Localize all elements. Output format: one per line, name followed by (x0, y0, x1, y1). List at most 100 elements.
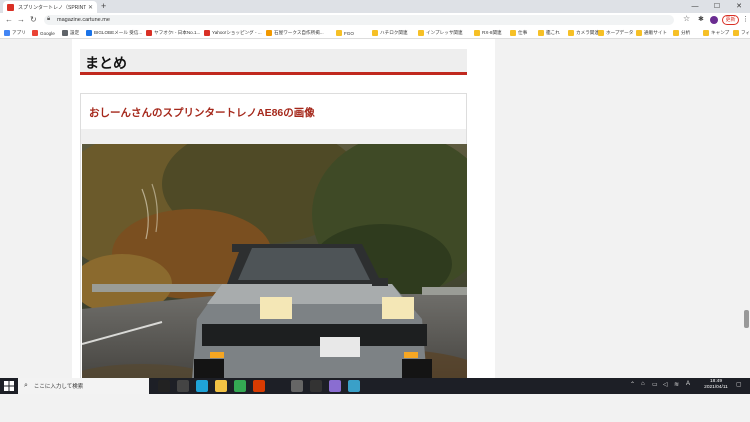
car-photo[interactable] (82, 144, 467, 378)
office-icon[interactable] (253, 380, 265, 392)
address-bar[interactable]: 🔒︎ magazine.cartune.me (44, 15, 674, 25)
bookmark-item[interactable]: インプレッサ関連 (418, 29, 463, 37)
page-viewport: まとめ おしーんさんのスプリンタートレノAE86の画像 (0, 39, 750, 378)
bookmark-item[interactable]: アプリ (4, 29, 26, 37)
close-window-icon[interactable]: ✕ (728, 0, 750, 13)
back-icon[interactable]: ← (5, 14, 13, 26)
bookmark-item[interactable]: ヤフオク! - 日本No.1... (146, 29, 200, 37)
page-scrollbar-thumb[interactable] (744, 310, 749, 328)
lock-icon: 🔒︎ (47, 16, 51, 22)
taskbar-search-input[interactable]: ⌕ ここに入力して検索 (18, 378, 149, 394)
update-button[interactable]: 更新 (722, 15, 739, 25)
bookmark-label: アプリ (12, 30, 26, 35)
bookmark-folder-icon (336, 30, 342, 36)
bookmark-folder-icon (62, 30, 68, 36)
bookmark-folder-icon (510, 30, 516, 36)
bookmark-star-icon[interactable]: ☆ (683, 14, 690, 23)
image-card: おしーんさんのスプリンタートレノAE86の画像 (80, 93, 467, 378)
bookmark-label: BIGLOBEメール 受信... (94, 30, 143, 35)
app-icon-2[interactable] (348, 380, 360, 392)
file-explorer-icon[interactable] (215, 380, 227, 392)
bookmark-label: FGO (344, 30, 354, 36)
task-view-icon[interactable] (177, 380, 189, 392)
profile-avatar[interactable] (710, 16, 718, 24)
browser-toolbar: ← → ↻ 🔒︎ magazine.cartune.me ☆ ✱ 更新 ⋮ (0, 13, 750, 27)
chrome-icon[interactable] (234, 380, 246, 392)
bookmark-item[interactable]: 通販サイト (636, 29, 667, 37)
new-tab-icon[interactable]: + (101, 1, 106, 12)
tray-network-icon[interactable]: ⌂ (641, 381, 645, 387)
edge-icon[interactable] (196, 380, 208, 392)
bookmark-folder-icon (32, 30, 38, 36)
bookmark-label: キャンプ (711, 30, 730, 35)
windows-start-icon[interactable] (2, 380, 16, 392)
minimize-icon[interactable]: — (684, 0, 706, 13)
card-caption-strip (81, 129, 466, 144)
article-content: まとめ おしーんさんのスプリンタートレノAE86の画像 (72, 39, 495, 378)
bookmark-folder-icon (598, 30, 604, 36)
section-heading: まとめ (80, 49, 467, 75)
search-icon: ⌕ (24, 382, 28, 389)
bookmark-item[interactable]: 石屋ワークス自作所掲... (266, 29, 324, 37)
bookmark-item[interactable]: 設定 (62, 29, 79, 37)
tray-chevron-icon[interactable]: ⌃ (630, 381, 635, 388)
windows-taskbar: ⌕ ここに入力して検索 ⌃ ⌂ ▭ ◁ ≋ A 18:49 2021/04/11… (0, 378, 750, 422)
tray-battery-icon[interactable]: ▭ (652, 381, 658, 388)
bookmark-folder-icon (418, 30, 424, 36)
bookmark-folder-icon (474, 30, 480, 36)
bookmark-folder-icon (538, 30, 544, 36)
maximize-icon[interactable]: ☐ (706, 0, 728, 13)
bookmark-item[interactable]: フィットネス (733, 29, 750, 37)
bookmark-item[interactable]: Yahoo!ショッピング - ... (204, 29, 262, 37)
bookmark-item[interactable]: ホープデータ (598, 29, 633, 37)
bookmark-item[interactable]: カメラ関連 (568, 29, 599, 37)
bookmark-item[interactable]: RX-8関連 (474, 29, 502, 37)
bookmark-label: フィットネス (741, 30, 750, 35)
taskbar-clock[interactable]: 18:49 2021/04/11 (700, 379, 732, 391)
card-title-link[interactable]: おしーんさんのスプリンタートレノAE86の画像 (89, 105, 315, 120)
bookmark-label: ハチロク関連 (380, 30, 408, 35)
bookmark-label: インプレッサ関連 (426, 30, 463, 35)
bookmark-item[interactable]: BIGLOBEメール 受信... (86, 29, 142, 37)
bookmark-folder-icon (568, 30, 574, 36)
tray-volume-icon[interactable]: ◁ (663, 381, 668, 388)
bookmark-label: ホープデータ (606, 30, 634, 35)
photos-icon[interactable] (329, 380, 341, 392)
bookmark-item[interactable]: Google (32, 29, 55, 37)
reload-icon[interactable]: ↻ (30, 14, 37, 26)
extensions-icon[interactable]: ✱ (698, 15, 704, 23)
bookmark-folder-icon (673, 30, 679, 36)
browser-menu-icon[interactable]: ⋮ (742, 15, 749, 23)
bookmark-folder-icon (204, 30, 210, 36)
tray-wifi-icon[interactable]: ≋ (674, 381, 679, 388)
bookmark-item[interactable]: ハチロク関連 (372, 29, 408, 37)
bookmark-label: 通販サイト (644, 30, 667, 35)
bookmark-folder-icon (146, 30, 152, 36)
site-favicon-icon (7, 3, 14, 11)
browser-tab[interactable]: スプリンタートレノ（SPRINTER TRUENO ✕ (3, 1, 97, 13)
cortana-icon[interactable] (158, 380, 170, 392)
bookmark-folder-icon (4, 30, 10, 36)
url-text: magazine.cartune.me (57, 17, 110, 23)
bookmark-item[interactable]: 艦これ (538, 29, 560, 37)
clock-date: 2021/04/11 (704, 385, 728, 390)
bookmark-label: ヤフオク! - 日本No.1... (154, 30, 201, 35)
bookmark-label: Google (40, 30, 55, 36)
bookmark-folder-icon (636, 30, 642, 36)
bookmarks-bar: アプリ Google 設定 BIGLOBEメール 受信... ヤフオク! - 日本No.… (0, 27, 750, 39)
screen-bottom-margin (0, 394, 750, 422)
bookmark-folder-icon (266, 30, 272, 36)
bookmark-item[interactable]: 分析 (673, 29, 690, 37)
browser-tab-strip: スプリンタートレノ（SPRINTER TRUENO ✕ + — ☐ ✕ (0, 0, 750, 13)
close-tab-icon[interactable]: ✕ (88, 4, 93, 11)
bookmark-item[interactable]: キャンプ (703, 29, 729, 37)
bookmark-item[interactable]: 仕事 (510, 29, 527, 37)
bookmark-folder-icon (86, 30, 92, 36)
notification-icon[interactable]: ▢ (736, 381, 742, 388)
tray-ime-icon[interactable]: A (686, 381, 690, 387)
app-icon[interactable] (291, 380, 303, 392)
forward-icon[interactable]: → (17, 14, 25, 26)
bookmark-item[interactable]: FGO (336, 29, 354, 37)
media-icon[interactable] (310, 380, 322, 392)
bookmark-label: Yahoo!ショッピング - ... (212, 30, 262, 35)
